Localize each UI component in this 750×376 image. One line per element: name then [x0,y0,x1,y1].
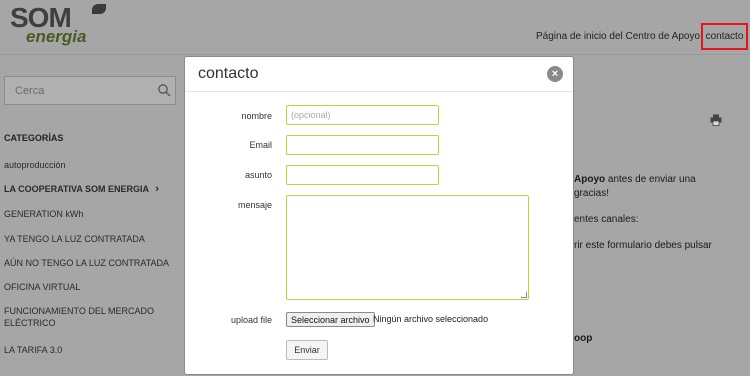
subject-field[interactable] [286,165,439,185]
sidebar-item-label: ELÉCTRICO [4,318,56,328]
sidebar-item-mercado[interactable]: FUNCIONAMIENTO DEL MERCADO ELÉCTRICO [4,305,154,329]
search-placeholder: Cerca [15,85,45,97]
print-icon[interactable] [710,114,722,126]
top-bar: SOM energia Página de inicio del Centro … [0,0,750,55]
modal-title: contacto [198,65,259,82]
sidebar-item-ya-tengo[interactable]: YA TENGO LA LUZ CONTRATADA [4,233,145,245]
submit-label: Enviar [294,345,320,355]
file-status: Ningún archivo seleccionado [373,314,489,324]
email-label: Email [249,140,272,150]
search-input[interactable]: Cerca [4,76,176,105]
search-icon[interactable] [157,83,171,97]
sidebar-item-cooperativa[interactable]: LA COOPERATIVA SOM ENERGIA › [4,183,159,195]
nav-contact-link[interactable]: contacto [701,23,748,50]
subject-label: asunto [244,170,272,180]
bg-text-rest: antes de enviar una [605,174,696,185]
name-field[interactable]: (opcional) [286,105,439,125]
nav-contact-label: contacto [705,31,744,42]
select-file-label: Seleccionar archivo [291,314,370,325]
sidebar-item-generation[interactable]: GENERATION kWh [4,208,83,220]
contact-modal: contacto × nombre (opcional) Email asunt… [184,56,574,375]
nav-home-link[interactable]: Página de inicio del Centro de Apoyo [536,31,700,42]
logo-leaf-icon [92,4,106,14]
chevron-right-icon: › [155,183,159,195]
categories-title: CATEGORÍAS [4,133,64,143]
name-label: nombre [241,111,272,121]
sidebar-item-label: FUNCIONAMIENTO DEL MERCADO [4,306,155,316]
close-icon: × [551,68,559,80]
logo-text-bottom: energia [26,27,87,46]
message-label: mensaje [237,200,272,210]
email-field[interactable] [286,135,439,155]
bg-text-line: entes canales: [574,214,639,225]
sidebar-item-oficina-virtual[interactable]: OFICINA VIRTUAL [4,281,80,293]
name-placeholder: (opcional) [291,110,331,120]
bg-text-bold: Apoyo [574,174,606,185]
bg-text-line: oop [574,333,593,344]
close-button[interactable]: × [547,66,563,82]
message-textarea[interactable] [286,195,529,300]
sidebar-item-label: LA COOPERATIVA SOM ENERGIA [4,184,149,194]
sidebar-item-aun-no-tengo[interactable]: AÚN NO TENGO LA LUZ CONTRATADA [4,257,169,269]
logo[interactable]: SOM energia [10,2,106,48]
resize-handle-icon[interactable] [521,292,527,298]
bg-text-line: Apoyo antes de enviar una [574,174,696,185]
select-file-button[interactable]: Seleccionar archivo [286,312,375,327]
modal-header: contacto × [185,57,573,92]
submit-button[interactable]: Enviar [286,340,328,360]
bg-text-line: gracias! [574,188,610,199]
sidebar-item-autoproduccion[interactable]: autoproducción [4,159,66,171]
sidebar-item-tarifa[interactable]: LA TARIFA 3.0 [4,344,62,356]
bg-text-line: rir este formulario debes pulsar [574,240,712,251]
upload-label: upload file [230,315,272,325]
